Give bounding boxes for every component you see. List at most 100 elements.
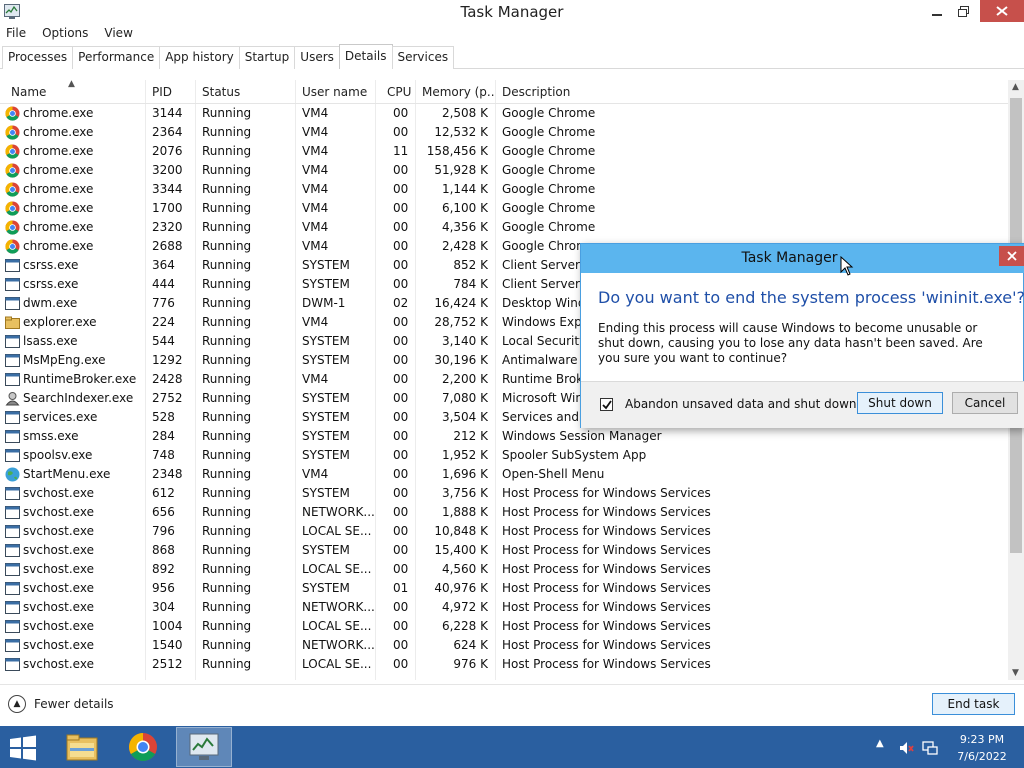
system-process-icon (5, 430, 20, 443)
table-row[interactable]: svchost.exe 892 Running LOCAL SE... 00 4,560 … (0, 560, 1008, 579)
table-row[interactable]: chrome.exe 1700 Running VM4 00 6,100 K Google … (0, 199, 1008, 218)
process-cpu: 00 (393, 467, 409, 481)
column-header-name[interactable]: Name (11, 85, 46, 99)
table-row[interactable]: chrome.exe 2320 Running VM4 00 4,356 K Google … (0, 218, 1008, 237)
table-row[interactable]: chrome.exe 3344 Running VM4 00 1,144 K Google … (0, 180, 1008, 199)
window-titlebar[interactable]: Task Manager (0, 0, 1024, 24)
process-status: Running (202, 486, 252, 500)
tab-services[interactable]: Services (391, 46, 455, 69)
search-indexer-icon (5, 392, 20, 406)
abandon-data-checkbox[interactable] (600, 398, 613, 411)
table-row[interactable]: spoolsv.exe 748 Running SYSTEM 00 1,952 K Spoo… (0, 446, 1008, 465)
table-row[interactable]: svchost.exe 2512 Running LOCAL SE... 00 976 K… (0, 655, 1008, 674)
volume-muted-icon[interactable] (898, 740, 914, 756)
table-row[interactable]: chrome.exe 3144 Running VM4 00 2,508 K Google … (0, 104, 1008, 123)
column-header-memory[interactable]: Memory (p... (422, 85, 494, 99)
process-memory: 4,560 K (441, 562, 488, 576)
taskbar-chrome[interactable] (115, 727, 171, 767)
table-row[interactable]: chrome.exe 2364 Running VM4 00 12,532 K Google… (0, 123, 1008, 142)
table-row[interactable]: StartMenu.exe 2348 Running VM4 00 1,696 K Open… (0, 465, 1008, 484)
process-status: Running (202, 543, 252, 557)
process-description: Google Chrome (502, 182, 596, 196)
process-memory: 4,356 K (441, 220, 488, 234)
table-row[interactable]: chrome.exe 3200 Running VM4 00 51,928 K Google… (0, 161, 1008, 180)
scroll-down-icon[interactable]: ▼ (1012, 668, 1019, 678)
end-task-button[interactable]: End task (932, 693, 1015, 715)
taskbar-clock[interactable]: 9:23 PM 7/6/2022 (952, 731, 1012, 765)
column-header-status[interactable]: Status (202, 85, 240, 99)
process-user: VM4 (302, 163, 329, 177)
process-status: Running (202, 277, 252, 291)
close-button[interactable] (980, 0, 1024, 22)
network-icon[interactable] (922, 740, 938, 756)
process-description: Google Chrome (502, 220, 596, 234)
system-process-icon (5, 544, 20, 557)
process-cpu: 00 (393, 524, 409, 538)
process-status: Running (202, 125, 252, 139)
process-name: svchost.exe (23, 524, 94, 538)
table-row[interactable]: svchost.exe 796 Running LOCAL SE... 00 10,848… (0, 522, 1008, 541)
process-status: Running (202, 619, 252, 633)
system-process-icon (5, 487, 20, 500)
process-status: Running (202, 410, 252, 424)
column-header-pid[interactable]: PID (152, 85, 172, 99)
show-hidden-icons-icon[interactable]: ▲ (876, 738, 884, 749)
process-status: Running (202, 258, 252, 272)
chrome-icon (5, 106, 20, 121)
process-cpu: 00 (393, 182, 409, 196)
tab-performance[interactable]: Performance (72, 46, 161, 69)
table-row[interactable]: svchost.exe 304 Running NETWORK... 00 4,972 K… (0, 598, 1008, 617)
abandon-data-label[interactable]: Abandon unsaved data and shut down. (625, 397, 860, 411)
process-name: chrome.exe (23, 220, 94, 234)
table-row[interactable]: svchost.exe 1540 Running NETWORK... 00 624 K H… (0, 636, 1008, 655)
system-process-icon (5, 563, 20, 576)
process-user: VM4 (302, 372, 329, 386)
dialog-titlebar[interactable]: Task Manager (581, 244, 1024, 273)
process-user: SYSTEM (302, 258, 350, 272)
windows-start-icon[interactable] (6, 734, 40, 762)
fewer-details-button[interactable]: ▲ Fewer details (8, 695, 114, 713)
process-pid: 224 (152, 315, 175, 329)
cancel-button[interactable]: Cancel (952, 392, 1018, 414)
process-cpu: 00 (393, 220, 409, 234)
system-process-icon (5, 373, 20, 386)
process-memory: 1,888 K (441, 505, 488, 519)
process-user: VM4 (302, 220, 329, 234)
tab-details[interactable]: Details (338, 44, 393, 69)
restore-button[interactable] (948, 0, 978, 22)
table-row[interactable]: svchost.exe 1004 Running LOCAL SE... 00 6,228… (0, 617, 1008, 636)
tab-processes[interactable]: Processes (2, 46, 74, 69)
table-row[interactable]: svchost.exe 956 Running SYSTEM 01 40,976 K Hos… (0, 579, 1008, 598)
menu-view[interactable]: View (96, 24, 140, 44)
shut-down-button[interactable]: Shut down (857, 392, 943, 414)
tab-app-history[interactable]: App history (159, 46, 240, 69)
table-row[interactable]: svchost.exe 868 Running SYSTEM 00 15,400 K Hos… (0, 541, 1008, 560)
taskbar-task-manager[interactable] (176, 727, 232, 767)
scroll-up-icon[interactable]: ▲ (1012, 82, 1019, 92)
menu-file[interactable]: File (0, 24, 34, 44)
tab-startup[interactable]: Startup (238, 46, 296, 69)
column-header-cpu[interactable]: CPU (387, 85, 411, 99)
process-user: SYSTEM (302, 448, 350, 462)
taskbar: ▲ 9:23 PM 7/6/2022 (0, 726, 1024, 768)
system-process-icon (5, 601, 20, 614)
process-cpu: 00 (393, 258, 409, 272)
system-process-icon (5, 297, 20, 310)
taskbar-file-explorer[interactable] (54, 727, 110, 767)
column-header-description[interactable]: Description (502, 85, 570, 99)
process-user: SYSTEM (302, 277, 350, 291)
column-header-user-name[interactable]: User name (302, 85, 367, 99)
process-name: smss.exe (23, 429, 79, 443)
process-pid: 3344 (152, 182, 183, 196)
table-row[interactable]: smss.exe 284 Running SYSTEM 00 212 K Windows S… (0, 427, 1008, 446)
table-row[interactable]: chrome.exe 2076 Running VM4 11 158,456 K Googl… (0, 142, 1008, 161)
table-row[interactable]: svchost.exe 656 Running NETWORK... 00 1,888 K… (0, 503, 1008, 522)
process-pid: 748 (152, 448, 175, 462)
table-row[interactable]: svchost.exe 612 Running SYSTEM 00 3,756 K Host… (0, 484, 1008, 503)
dialog-close-button[interactable] (999, 246, 1024, 266)
tab-users[interactable]: Users (294, 46, 340, 69)
menu-options[interactable]: Options (34, 24, 96, 44)
process-cpu: 00 (393, 163, 409, 177)
process-status: Running (202, 638, 252, 652)
process-memory: 852 K (453, 258, 488, 272)
